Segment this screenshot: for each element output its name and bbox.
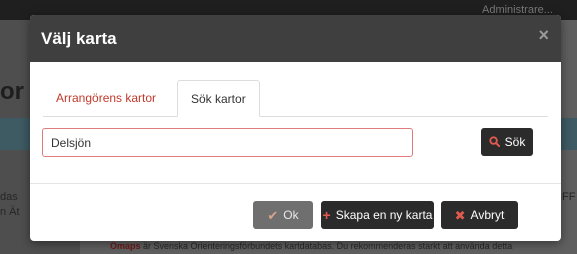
ok-button[interactable]: ✔ Ok <box>253 201 313 229</box>
close-icon: ✖ <box>454 207 466 223</box>
cancel-button[interactable]: ✖ Avbryt <box>441 201 518 229</box>
map-search-input[interactable] <box>42 128 413 157</box>
background-text: IFF <box>559 191 576 203</box>
search-icon <box>489 135 500 149</box>
create-new-map-button[interactable]: + Skapa en ny karta <box>321 201 434 229</box>
background-footer-sentence: är Svenska Orienteringsförbundets kartda… <box>140 241 513 251</box>
dialog-header: Välj karta × <box>30 15 561 62</box>
dialog-title: Välj karta <box>41 29 117 48</box>
create-new-map-label: Skapa en ny karta <box>335 208 433 222</box>
dialog-tabs: Arrangörens kartor Sök kartor <box>43 80 548 117</box>
ok-button-label: Ok <box>283 208 299 222</box>
omaps-link: Omaps <box>110 241 141 251</box>
footer-divider <box>30 183 561 184</box>
background-footer-text: Omaps är Svenska Orienteringsförbundets … <box>110 241 512 251</box>
choose-map-dialog: Välj karta × Arrangörens kartor Sök kart… <box>30 15 561 241</box>
background-heading: or <box>0 78 24 105</box>
close-icon[interactable]: × <box>538 26 549 44</box>
plus-icon: + <box>322 207 331 223</box>
tab-search-maps[interactable]: Sök kartor <box>177 80 260 117</box>
cancel-button-label: Avbryt <box>470 208 505 222</box>
search-button-label: Sök <box>504 135 526 149</box>
search-button[interactable]: Sök <box>481 128 533 156</box>
checkmark-icon: ✔ <box>267 207 279 223</box>
tab-organizer-maps[interactable]: Arrangörens kartor <box>43 80 169 116</box>
background-text: n Ät <box>0 206 20 218</box>
background-text: das <box>0 191 18 203</box>
